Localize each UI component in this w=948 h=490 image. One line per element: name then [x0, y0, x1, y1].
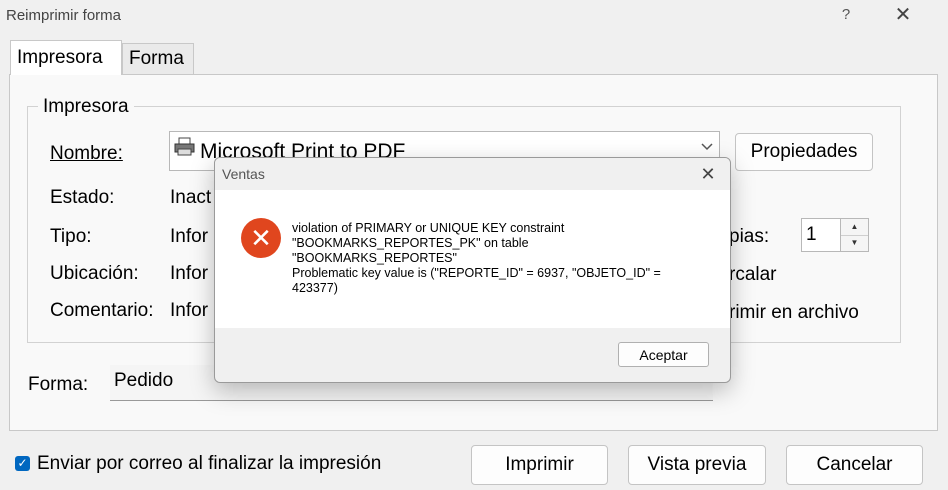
properties-button[interactable]: Propiedades [735, 133, 873, 171]
status-label: Estado: [50, 187, 115, 208]
chevron-down-icon[interactable] [700, 139, 714, 155]
collate-label[interactable]: rcalar [729, 264, 777, 286]
error-dialog-titlebar [215, 158, 730, 190]
window-title: Reimprimir forma [6, 7, 122, 24]
copies-label: pias: [729, 226, 770, 247]
error-dialog-title: Ventas [222, 166, 265, 182]
form-label: Forma: [28, 374, 89, 395]
type-label: Tipo: [50, 226, 92, 247]
error-dialog-body: ✕ violation of PRIMARY or UNIQUE KEY con… [215, 190, 730, 328]
print-button[interactable]: Imprimir [471, 445, 608, 485]
location-label: Ubicación: [50, 263, 139, 284]
comment-value: Infor [170, 300, 209, 321]
error-icon: ✕ [241, 218, 281, 258]
type-value: Infor [170, 226, 209, 247]
printer-group-legend: Impresora [38, 96, 134, 118]
location-value: Infor [170, 263, 209, 284]
tab-forma[interactable]: Forma [122, 43, 194, 74]
close-icon[interactable]: ✕ [888, 4, 918, 28]
status-value: Inact [170, 187, 212, 208]
error-dialog: Ventas ✕ ✕ violation of PRIMARY or UNIQU… [214, 157, 731, 383]
print-to-file-label[interactable]: rimir en archivo [729, 302, 859, 324]
ok-button[interactable]: Aceptar [618, 342, 709, 367]
cancel-button[interactable]: Cancelar [786, 445, 923, 485]
help-icon[interactable]: ? [832, 4, 860, 28]
copies-stepper[interactable]: ▲ ▼ [840, 218, 869, 252]
close-icon[interactable]: ✕ [694, 163, 722, 185]
comment-label: Comentario: [50, 300, 154, 321]
email-checkbox-label[interactable]: Enviar por correo al finalizar la impres… [37, 453, 381, 475]
email-checkbox[interactable]: ✓ [15, 456, 30, 471]
error-message: violation of PRIMARY or UNIQUE KEY const… [292, 221, 661, 295]
tab-impresora[interactable]: Impresora [10, 40, 122, 75]
spin-down-icon[interactable]: ▼ [841, 235, 868, 251]
copies-input[interactable]: 1 [801, 218, 841, 252]
printer-name-label: Nombre: [50, 143, 123, 164]
spin-up-icon[interactable]: ▲ [841, 219, 868, 236]
title-bar [0, 0, 948, 32]
preview-button[interactable]: Vista previa [628, 445, 766, 485]
printer-icon [174, 137, 196, 157]
